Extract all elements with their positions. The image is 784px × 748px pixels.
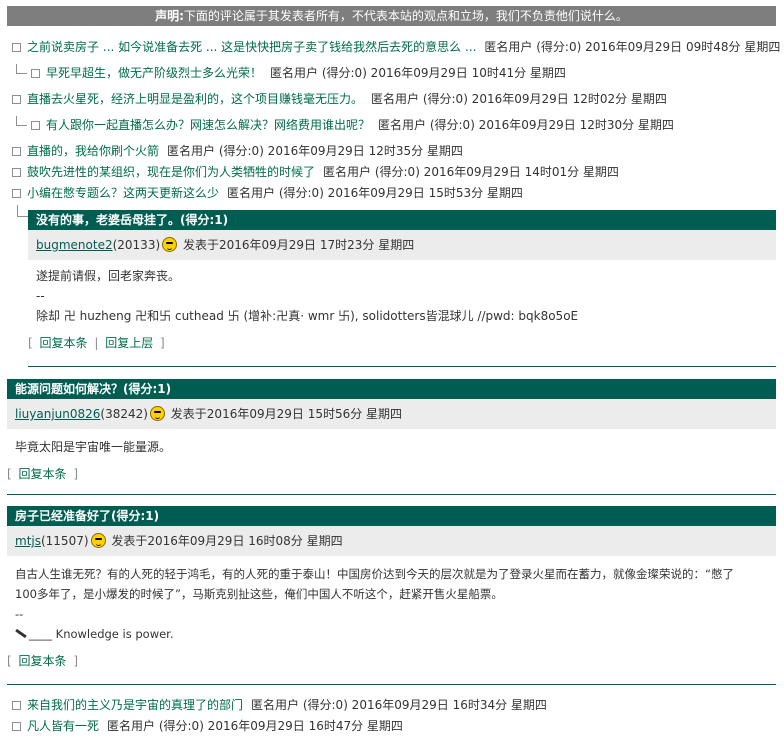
thread-meta: 匿名用户 (得分:0) 2016年09月29日 15时53分 星期四 bbox=[227, 186, 523, 200]
checkbox-icon[interactable] bbox=[31, 121, 40, 130]
comment-panel: 没有的事，老婆岳母挂了。(得分:1) bugmenote2(20133) 发表于… bbox=[28, 210, 776, 352]
thread-title-link[interactable]: 之前说卖房子 ... 如今说准备去死 ... 这是快快把房子卖了钱给我然后去死的… bbox=[27, 40, 476, 54]
thread-row: 直播的，我给你刷个火箭 匿名用户 (得分:0) 2016年09月29日 12时35… bbox=[12, 142, 463, 160]
author-link[interactable]: liuyanjun0826 bbox=[15, 407, 100, 421]
comment-links: [ 回复本条 ] bbox=[7, 467, 79, 481]
author-id: (38242) bbox=[100, 407, 148, 421]
thread-meta: 匿名用户 (得分:0) 2016年09月29日 12时02分 星期四 bbox=[371, 92, 667, 106]
comment-signature: 除却 卍 huzheng 卍和卐 cuthead 卐 (增补:卍真· wmr 卐… bbox=[36, 309, 579, 323]
comment-panel: 房子已经准备好了(得分:1) mtjs(11507) 发表于2016年09月29… bbox=[7, 506, 776, 670]
checkbox-icon[interactable] bbox=[12, 147, 21, 156]
checkbox-icon[interactable] bbox=[31, 69, 40, 78]
author-link[interactable]: bugmenote2 bbox=[36, 238, 113, 252]
pen-icon bbox=[15, 628, 27, 639]
thread-row: 鼓吹先进性的某组织，现在是你们为人类牺牲的时候了 匿名用户 (得分:0) 2016… bbox=[12, 163, 619, 181]
thread-meta: 匿名用户 (得分:0) 2016年09月29日 16时34分 星期四 bbox=[251, 698, 547, 712]
checkbox-icon[interactable] bbox=[12, 43, 21, 52]
smiley-icon bbox=[90, 533, 106, 548]
disclaimer-text: 下面的评论属于其发表者所有，不代表本站的观点和立场，我们不负责他们说什么。 bbox=[183, 9, 628, 23]
posted-time: 发表于2016年09月29日 15时56分 星期四 bbox=[170, 407, 403, 421]
thread-row: 凡人皆有一死 匿名用户 (得分:0) 2016年09月29日 16时47分 星期四 bbox=[12, 717, 403, 735]
checkbox-icon[interactable] bbox=[12, 701, 21, 710]
comment-author-bar: bugmenote2(20133) 发表于2016年09月29日 17时23分 … bbox=[28, 230, 776, 260]
thread-meta: 匿名用户 (得分:0) 2016年09月29日 09时48分 星期四 bbox=[484, 40, 781, 54]
comment-author-bar: liuyanjun0826(38242) 发表于2016年09月29日 15时5… bbox=[7, 399, 776, 429]
comment-links: [ 回复本条 ] bbox=[7, 654, 79, 668]
divider bbox=[7, 494, 776, 495]
thread-title-link[interactable]: 有人跟你一起直播怎么办？网速怎么解决？网络费用谁出呢？ bbox=[46, 118, 370, 132]
thread-row: 小编在憋专题么？这两天更新这么少 匿名用户 (得分:0) 2016年09月29日 … bbox=[12, 184, 523, 202]
thread-title-link[interactable]: 鼓吹先进性的某组织，现在是你们为人类牺牲的时候了 bbox=[27, 165, 315, 179]
thread-meta: 匿名用户 (得分:0) 2016年09月29日 14时01分 星期四 bbox=[323, 165, 619, 179]
comment-author-bar: mtjs(11507) 发表于2016年09月29日 16时08分 星期四 bbox=[7, 526, 776, 556]
thread-title-link[interactable]: 凡人皆有一死 bbox=[27, 719, 99, 733]
thread-meta: 匿名用户 (得分:0) 2016年09月29日 12时30分 星期四 bbox=[378, 118, 674, 132]
reply-button[interactable]: 回复本条 bbox=[19, 654, 67, 668]
thread-meta: 匿名用户 (得分:0) 2016年09月29日 12时35分 星期四 bbox=[167, 144, 463, 158]
thread-row: 来自我们的主义乃是宇宙的真理了的部门 匿名用户 (得分:0) 2016年09月29… bbox=[12, 696, 547, 714]
thread-row: 直播去火星死，经济上明显是盈利的，这个项目赚钱毫无压力。 匿名用户 (得分:0) … bbox=[12, 90, 667, 108]
comment-body: 毕竟太阳是宇宙唯一能量源。 bbox=[7, 429, 776, 457]
comment-body: 遂提前请假，回老家奔丧。 -- 除却 卍 huzheng 卍和卐 cuthead… bbox=[28, 260, 776, 326]
posted-time: 发表于2016年09月29日 17时23分 星期四 bbox=[182, 238, 415, 252]
comment-links: [ 回复本条 | 回复上层 ] bbox=[28, 336, 165, 350]
comment-line: -- bbox=[15, 607, 24, 621]
tree-branch-icon bbox=[17, 205, 28, 217]
comment-line: 遂提前请假，回老家奔丧。 bbox=[36, 269, 181, 283]
comment-body: 自古人生谁无死？有的人死的轻于鸿毛，有的人死的重于泰山！中国房价达到今天的层次就… bbox=[7, 556, 776, 644]
checkbox-icon[interactable] bbox=[12, 168, 21, 177]
author-id: (20133) bbox=[112, 238, 161, 252]
reply-button[interactable]: 回复本条 bbox=[19, 467, 67, 481]
comment-panel: 能源问题如何解决？(得分:1) liuyanjun0826(38242) 发表于… bbox=[7, 379, 776, 483]
author-link[interactable]: mtjs bbox=[15, 534, 41, 548]
thread-row: 有人跟你一起直播怎么办？网速怎么解决？网络费用谁出呢？ 匿名用户 (得分:0) 2… bbox=[16, 116, 674, 134]
comment-line: -- bbox=[36, 289, 45, 303]
signature-text: ____ Knowledge is power. bbox=[29, 627, 174, 641]
comment-line: 毕竟太阳是宇宙唯一能量源。 bbox=[15, 440, 172, 454]
reply-parent-button[interactable]: 回复上层 bbox=[105, 336, 153, 350]
divider bbox=[28, 366, 776, 367]
comment-signature: ____ Knowledge is power. bbox=[15, 624, 776, 644]
thread-row: 早死早超生，做无产阶级烈士多么光荣！ 匿名用户 (得分:0) 2016年09月29… bbox=[16, 64, 566, 82]
thread-meta: 匿名用户 (得分:0) 2016年09月29日 16时47分 星期四 bbox=[107, 719, 403, 733]
tree-branch-icon bbox=[16, 116, 27, 126]
thread-title-link[interactable]: 直播的，我给你刷个火箭 bbox=[27, 144, 159, 158]
checkbox-icon[interactable] bbox=[12, 95, 21, 104]
comment-line: 100多年了，是小爆发的时候了”，马斯克别扯这些，俺们中国人不听这个，赶紧开售火… bbox=[15, 587, 503, 601]
divider bbox=[7, 684, 776, 685]
checkbox-icon[interactable] bbox=[12, 189, 21, 198]
comment-line: 自古人生谁无死？有的人死的轻于鸿毛，有的人死的重于泰山！中国房价达到今天的层次就… bbox=[15, 567, 734, 581]
smiley-icon bbox=[162, 237, 178, 252]
thread-row: 之前说卖房子 ... 如今说准备去死 ... 这是快快把房子卖了钱给我然后去死的… bbox=[12, 38, 780, 56]
author-id: (11507) bbox=[40, 534, 89, 548]
comment-title: 房子已经准备好了(得分:1) bbox=[7, 506, 776, 526]
thread-title-link[interactable]: 早死早超生，做无产阶级烈士多么光荣！ bbox=[46, 66, 262, 80]
thread-meta: 匿名用户 (得分:0) 2016年09月29日 10时41分 星期四 bbox=[270, 66, 566, 80]
reply-button[interactable]: 回复本条 bbox=[40, 336, 88, 350]
tree-branch-icon bbox=[16, 64, 27, 74]
thread-title-link[interactable]: 直播去火星死，经济上明显是盈利的，这个项目赚钱毫无压力。 bbox=[27, 92, 363, 106]
thread-title-link[interactable]: 来自我们的主义乃是宇宙的真理了的部门 bbox=[27, 698, 243, 712]
smiley-icon bbox=[149, 406, 165, 421]
comment-title: 没有的事，老婆岳母挂了。(得分:1) bbox=[28, 210, 776, 230]
thread-title-link[interactable]: 小编在憋专题么？这两天更新这么少 bbox=[27, 186, 219, 200]
posted-time: 发表于2016年09月29日 16时08分 星期四 bbox=[111, 534, 343, 548]
disclaimer-label: 声明: bbox=[155, 9, 184, 23]
disclaimer-bar: 声明:下面的评论属于其发表者所有，不代表本站的观点和立场，我们不负责他们说什么。 bbox=[7, 6, 776, 26]
comment-title: 能源问题如何解决？(得分:1) bbox=[7, 379, 776, 399]
checkbox-icon[interactable] bbox=[12, 722, 21, 731]
